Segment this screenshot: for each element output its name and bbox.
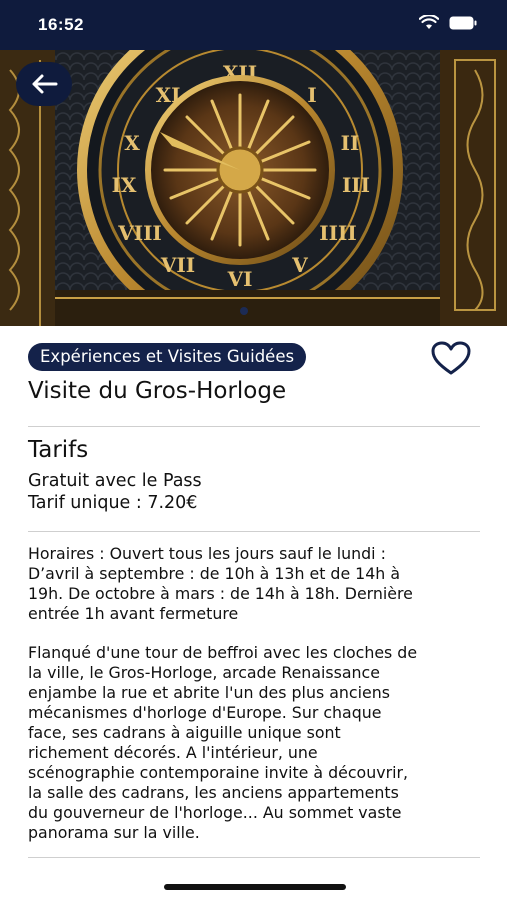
text-line: 19h. De octobre à mars : de 14h à 18h. D…: [28, 584, 413, 603]
text-line: enjambe la rue et abrite l'un des plus a…: [28, 683, 390, 702]
text-line: D’avril à septembre : de 10h à 13h et de…: [28, 564, 400, 583]
svg-text:II: II: [341, 131, 360, 155]
svg-text:III: III: [342, 173, 370, 197]
clock-illustration: XII I II III IIII V VI VII VIII IX X XI: [0, 50, 507, 326]
svg-text:VI: VI: [227, 267, 253, 291]
wifi-icon: [419, 15, 439, 29]
text-line: richement décorés. A l'intérieur, une: [28, 743, 318, 762]
opening-hours: Horaires : Ouvert tous les jours sauf le…: [28, 544, 483, 624]
back-button[interactable]: [16, 62, 72, 106]
favorite-button[interactable]: [430, 340, 472, 376]
svg-text:VIII: VIII: [117, 221, 162, 245]
heart-outline-icon: [431, 341, 471, 375]
svg-text:V: V: [291, 253, 308, 277]
svg-text:I: I: [307, 83, 316, 107]
text-line: Flanqué d'une tour de beffroi avec les c…: [28, 643, 418, 662]
arrow-left-icon: [32, 74, 58, 94]
hero-image: XII I II III IIII V VI VII VIII IX X XI: [0, 50, 507, 326]
tarifs-heading: Tarifs: [28, 437, 89, 463]
text-line: mécanismes d'horloge d'Europe. Sur chaqu…: [28, 703, 382, 722]
text-line: entrée 1h avant fermeture: [28, 604, 239, 623]
svg-text:IX: IX: [112, 173, 137, 197]
divider: [28, 531, 480, 532]
tarif-line: Tarif unique : 7.20€: [28, 493, 198, 513]
status-icons: [419, 15, 477, 30]
battery-icon: [449, 16, 477, 29]
status-bar: 16:52: [0, 0, 507, 50]
text-line: scénographie contemporaine invite à déco…: [28, 763, 408, 782]
divider: [28, 426, 480, 427]
text-line: la salle des cadrans, les anciens appart…: [28, 783, 399, 802]
svg-text:IIII: IIII: [319, 221, 356, 245]
tarif-line: Gratuit avec le Pass: [28, 471, 202, 491]
home-indicator[interactable]: [164, 884, 346, 890]
text-line: Horaires : Ouvert tous les jours sauf le…: [28, 544, 386, 563]
divider: [28, 857, 480, 858]
page-title: Visite du Gros-Horloge: [28, 378, 287, 404]
svg-text:X: X: [124, 131, 140, 155]
category-badge[interactable]: Expériences et Visites Guidées: [28, 343, 307, 371]
text-line: la ville, le Gros-Horloge, arcade Renais…: [28, 663, 380, 682]
text-line: du gouverneur de l'horloge... Au sommet …: [28, 803, 402, 822]
text-line: panorama sur la ville.: [28, 823, 200, 842]
status-time: 16:52: [38, 15, 84, 34]
text-line: face, ses cadrans à aiguille unique sont: [28, 723, 341, 742]
description: Flanqué d'une tour de beffroi avec les c…: [28, 643, 483, 843]
svg-text:VII: VII: [160, 253, 195, 277]
carousel-indicator: [240, 307, 248, 315]
